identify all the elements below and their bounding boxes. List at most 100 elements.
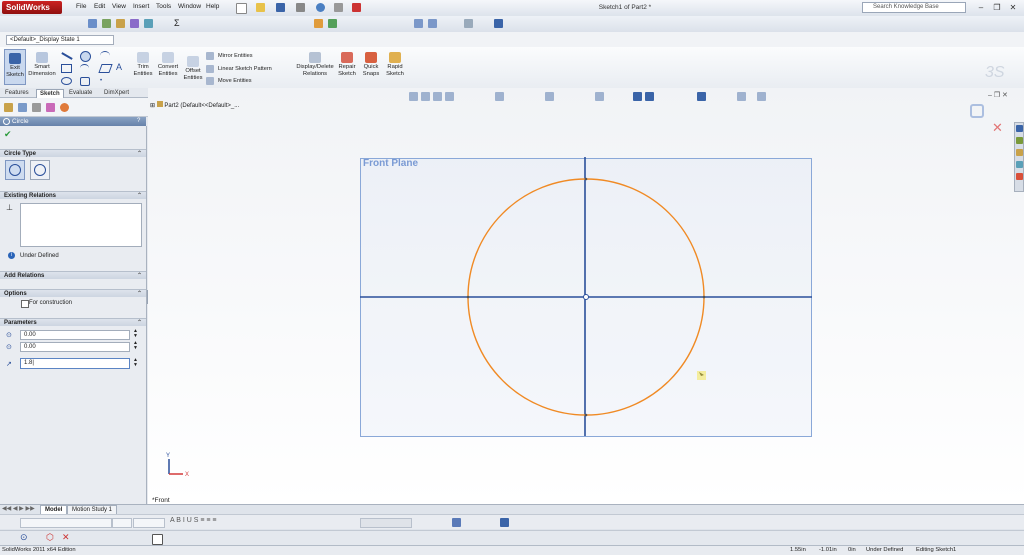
- trim-entities-button[interactable]: Trim Entities: [131, 52, 155, 77]
- tab-features[interactable]: Features: [2, 89, 32, 97]
- layer-select[interactable]: [360, 518, 412, 528]
- size-select[interactable]: [112, 518, 132, 528]
- expand-icon: ⌃: [136, 273, 142, 279]
- print-icon[interactable]: [296, 3, 305, 12]
- sketch-canvas[interactable]: Y X: [148, 88, 1024, 504]
- sum-icon[interactable]: Σ: [174, 18, 180, 28]
- configuration-bar: [0, 32, 1024, 48]
- font-select[interactable]: [20, 518, 112, 528]
- menu-help[interactable]: Help: [206, 3, 219, 10]
- restore-button[interactable]: ❐: [990, 2, 1004, 13]
- tool-icon[interactable]: [116, 19, 125, 28]
- spline-icon[interactable]: [100, 51, 110, 60]
- repair-sketch-button[interactable]: Repair Sketch: [336, 52, 358, 77]
- tab-scroll-arrows[interactable]: ◀◀ ◀ ▶ ▶▶: [2, 505, 35, 512]
- circle-type-header[interactable]: Circle Type ⌃: [0, 149, 146, 157]
- box-icon[interactable]: [152, 534, 163, 545]
- parallelogram-icon[interactable]: [98, 64, 113, 73]
- relation-perpendicular-icon: ⊥: [6, 203, 13, 212]
- center-y-spinner[interactable]: ▲ ▼: [133, 341, 138, 351]
- radius-field[interactable]: 1.8|: [20, 358, 130, 369]
- circle-center-point[interactable]: [583, 294, 589, 300]
- menu-window[interactable]: Window: [178, 3, 201, 10]
- add-relations-header[interactable]: Add Relations ⌃: [0, 271, 146, 279]
- center-x-field[interactable]: 0.00: [20, 330, 130, 340]
- help-icon[interactable]: ?: [137, 118, 140, 124]
- zoom-icon[interactable]: [414, 19, 423, 28]
- height-field[interactable]: [133, 518, 165, 528]
- text-icon[interactable]: A: [116, 62, 122, 72]
- parameters-header[interactable]: Parameters ⌃: [0, 318, 146, 326]
- smart-dimension-button[interactable]: Smart Dimension: [27, 52, 57, 77]
- arc-icon[interactable]: [80, 64, 89, 72]
- menu-insert[interactable]: Insert: [133, 3, 149, 10]
- offset-label-2: Entities: [183, 74, 203, 81]
- center-circle-button[interactable]: [5, 160, 25, 180]
- menu-edit[interactable]: Edit: [94, 3, 105, 10]
- tool-icon[interactable]: [144, 19, 153, 28]
- radius-spinner[interactable]: ▲ ▼: [133, 358, 138, 368]
- exit-sketch-icon: [9, 53, 21, 64]
- relations-list[interactable]: [20, 203, 142, 247]
- search-input[interactable]: Search Knowledge Base: [862, 2, 966, 13]
- configuration-manager-icon[interactable]: [32, 103, 41, 112]
- tool-icon[interactable]: [328, 19, 337, 28]
- center-x-spinner[interactable]: ▲ ▼: [133, 329, 138, 339]
- menu-tools[interactable]: Tools: [156, 3, 171, 10]
- slot-icon[interactable]: [61, 77, 72, 85]
- close-button[interactable]: ✕: [1006, 2, 1020, 13]
- dimxpert-manager-icon[interactable]: [46, 103, 55, 112]
- line-icon[interactable]: [61, 52, 73, 60]
- new-icon[interactable]: [236, 3, 247, 14]
- feature-tree-icon[interactable]: [4, 103, 13, 112]
- display-delete-relations-button[interactable]: Display/Delete Relations: [294, 52, 336, 77]
- polygon-icon[interactable]: ⬡: [46, 532, 54, 543]
- mirror-label: Mirror Entities: [218, 53, 253, 59]
- circle-icon[interactable]: [80, 51, 91, 62]
- menu-file[interactable]: File: [76, 3, 86, 10]
- circle-icon[interactable]: ⊙: [20, 532, 28, 543]
- polygon-icon[interactable]: [80, 77, 90, 86]
- tool-icon[interactable]: [314, 19, 323, 28]
- minimize-button[interactable]: –: [974, 2, 988, 13]
- rapid-sketch-button[interactable]: Rapid Sketch: [384, 52, 406, 77]
- quick-snaps-button[interactable]: Quick Snaps: [360, 52, 382, 77]
- display-style-icon[interactable]: [494, 19, 503, 28]
- tab-dimxpert[interactable]: DimXpert: [101, 89, 132, 97]
- tool-icon[interactable]: [130, 19, 139, 28]
- rectangle-icon[interactable]: [61, 64, 72, 73]
- ok-check-icon[interactable]: ✔: [4, 129, 12, 140]
- tab-evaluate[interactable]: Evaluate: [66, 89, 95, 97]
- display-state-select[interactable]: <Default>_Display State 1: [6, 35, 114, 45]
- feature-tool-icon[interactable]: [102, 19, 111, 28]
- select-icon[interactable]: [334, 3, 343, 12]
- tab-sketch[interactable]: Sketch: [36, 89, 64, 98]
- display-manager-icon[interactable]: [60, 103, 69, 112]
- perimeter-circle-icon: [34, 164, 46, 176]
- convert-entities-button[interactable]: Convert Entities: [155, 52, 181, 77]
- pointer-icon: [697, 371, 706, 380]
- sketch-tool-icon[interactable]: [88, 19, 97, 28]
- center-y-field[interactable]: 0.00: [20, 342, 130, 352]
- offset-entities-button[interactable]: Offset Entities: [181, 56, 205, 81]
- undo-icon[interactable]: [316, 3, 325, 12]
- menu-view[interactable]: View: [112, 3, 126, 10]
- open-icon[interactable]: [256, 3, 265, 12]
- for-construction-checkbox[interactable]: [21, 300, 29, 308]
- view-icon[interactable]: [464, 19, 473, 28]
- format-icon[interactable]: [500, 518, 509, 527]
- options-header[interactable]: Options ⌃: [0, 289, 146, 297]
- point-icon[interactable]: •: [100, 78, 102, 84]
- delete-icon[interactable]: ✕: [62, 532, 70, 543]
- text-style-buttons[interactable]: A B I U S ≡ ≡ ≡: [170, 517, 217, 524]
- property-manager-icon[interactable]: [18, 103, 27, 112]
- rebuild-icon[interactable]: [352, 3, 361, 12]
- existing-relations-label: Existing Relations: [4, 193, 57, 199]
- perimeter-circle-button[interactable]: [30, 160, 50, 180]
- solidworks-logo[interactable]: SolidWorks: [2, 1, 62, 14]
- save-icon[interactable]: [276, 3, 285, 12]
- exit-sketch-button[interactable]: Exit Sketch: [4, 49, 26, 85]
- zoom-area-icon[interactable]: [428, 19, 437, 28]
- format-icon[interactable]: [452, 518, 461, 527]
- existing-relations-header[interactable]: Existing Relations ⌃: [0, 191, 146, 199]
